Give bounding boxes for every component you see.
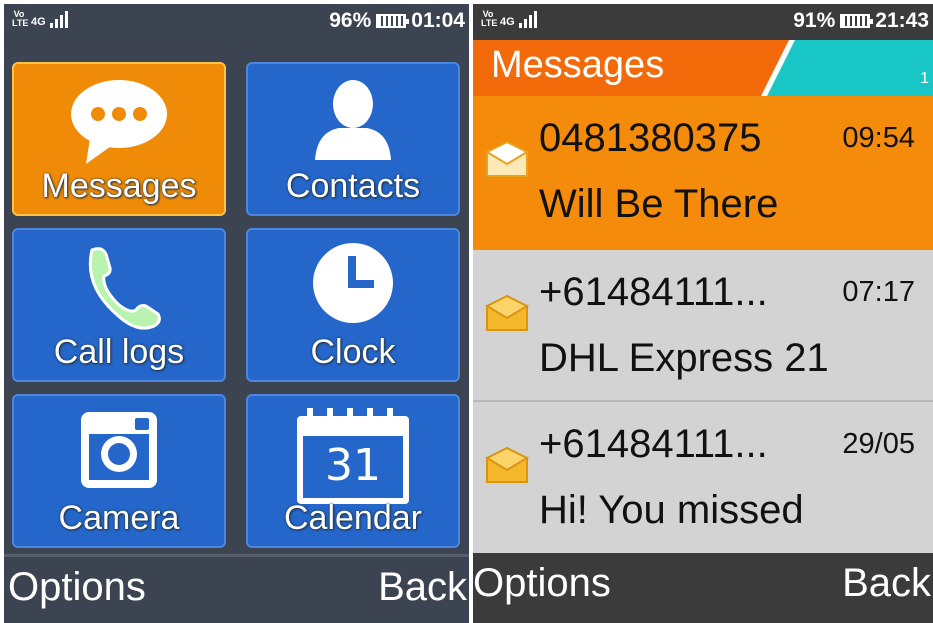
message-list-item[interactable]: 0481380375 09:54 Will Be There: [473, 96, 933, 250]
back-softkey[interactable]: Back: [842, 561, 931, 606]
volte-indicator: Vo LTE: [481, 9, 498, 28]
phone-handset-icon: [74, 242, 164, 335]
signal-strength-icon: [49, 10, 68, 28]
volte-indicator: Vo LTE: [12, 9, 29, 28]
battery-icon: [840, 14, 874, 28]
message-sender: +61484111...: [539, 270, 768, 314]
messages-screen: Vo LTE 4G 91% 21:43 Messages 1 048138037…: [473, 4, 933, 623]
camera-icon: [77, 408, 161, 497]
signal-strength-icon: [518, 10, 537, 28]
app-menu-screen: Vo LTE 4G 96% 01:04 Messages Contacts Ca…: [4, 4, 469, 623]
chat-bubble-icon: [64, 76, 174, 173]
network-type: 4G: [500, 16, 515, 28]
options-softkey[interactable]: Options: [473, 561, 611, 606]
clock-time: 01:04: [411, 9, 465, 32]
clock-icon: [310, 240, 396, 331]
tile-label: Contacts: [285, 167, 421, 205]
tile-label: Call logs: [53, 333, 185, 371]
message-sender: 0481380375: [539, 116, 762, 160]
tile-camera[interactable]: Camera: [12, 394, 226, 548]
page-title: Messages: [491, 44, 665, 86]
tile-label: Camera: [58, 499, 180, 537]
battery-icon: [376, 14, 410, 28]
tile-label: Calendar: [284, 499, 422, 537]
message-list-item[interactable]: +61484111... 29/05 Hi! You missed: [473, 402, 933, 554]
message-sender: +61484111...: [539, 422, 768, 466]
back-softkey[interactable]: Back: [378, 565, 467, 610]
battery-percent: 96%: [329, 9, 372, 32]
softkey-bar: Options Back: [4, 557, 469, 623]
battery-percent: 91%: [793, 9, 836, 32]
tile-call-logs[interactable]: Call logs: [12, 228, 226, 382]
message-time: 07:17: [842, 276, 915, 308]
status-bar: Vo LTE 4G 91% 21:43: [473, 4, 933, 38]
envelope-icon: [484, 294, 530, 337]
tile-calendar[interactable]: 31 Calendar: [246, 394, 460, 548]
message-count: 1: [920, 70, 929, 87]
network-type: 4G: [31, 16, 46, 28]
message-preview: Hi! You missed: [539, 488, 804, 532]
tile-contacts[interactable]: Contacts: [246, 62, 460, 216]
message-preview: Will Be There: [539, 182, 779, 226]
tile-label: Clock: [310, 333, 396, 371]
message-time: 29/05: [842, 428, 915, 460]
status-bar: Vo LTE 4G 96% 01:04: [4, 4, 469, 38]
tile-label: Messages: [41, 167, 197, 205]
clock-time: 21:43: [875, 9, 929, 32]
message-list-item[interactable]: +61484111... 07:17 DHL Express 21: [473, 250, 933, 402]
person-icon: [305, 74, 401, 169]
tile-clock[interactable]: Clock: [246, 228, 460, 382]
options-softkey[interactable]: Options: [8, 565, 146, 610]
message-time: 09:54: [842, 122, 915, 154]
softkey-bar: Options Back: [473, 553, 933, 623]
tile-messages[interactable]: Messages: [12, 62, 226, 216]
messages-header: Messages 1: [473, 40, 933, 96]
envelope-icon: [484, 140, 530, 183]
calendar-day-number: 31: [325, 440, 381, 491]
envelope-icon: [484, 446, 530, 489]
message-preview: DHL Express 21: [539, 336, 829, 380]
